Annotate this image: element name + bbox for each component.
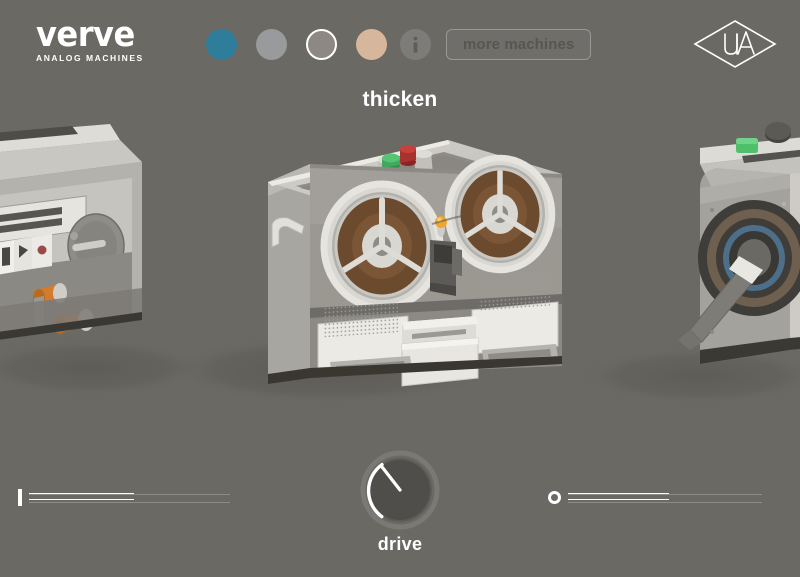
controls-row: drive <box>0 448 800 577</box>
machine-carousel: tape <box>0 118 800 448</box>
header-bar: verve ANALOG MACHINES more machines <box>0 0 800 88</box>
swatch-blue[interactable] <box>206 29 237 60</box>
brand-name: verve <box>36 15 135 55</box>
slider-track[interactable] <box>568 493 762 503</box>
machine-left <box>0 124 142 340</box>
verve-plugin-window: verve ANALOG MACHINES more machines thic… <box>0 0 800 577</box>
slider-fill <box>29 493 134 501</box>
swatch-tan[interactable] <box>356 29 387 60</box>
page-title: thicken <box>362 88 438 111</box>
tape-reel-left <box>320 180 444 312</box>
swatch-white[interactable] <box>306 29 337 60</box>
brand-logo: verve ANALOG MACHINES <box>36 18 154 66</box>
ring-handle-icon[interactable] <box>548 491 561 504</box>
universal-audio-diamond-logo[interactable] <box>692 18 778 70</box>
swatch-gray[interactable] <box>256 29 287 60</box>
slider-track[interactable] <box>29 493 230 503</box>
slider-fill <box>568 493 669 501</box>
info-icon[interactable] <box>400 29 431 60</box>
blend-slider-left[interactable] <box>18 488 230 508</box>
tape-reel-right <box>444 154 556 274</box>
machine-center: tape <box>268 140 562 387</box>
drive-knob-label: drive <box>377 534 423 554</box>
machine-right <box>678 122 800 364</box>
bar-handle-icon[interactable] <box>18 489 22 506</box>
more-machines-button[interactable]: more machines <box>446 29 592 60</box>
drive-knob[interactable]: drive <box>360 450 440 572</box>
output-slider-right[interactable] <box>548 488 762 508</box>
